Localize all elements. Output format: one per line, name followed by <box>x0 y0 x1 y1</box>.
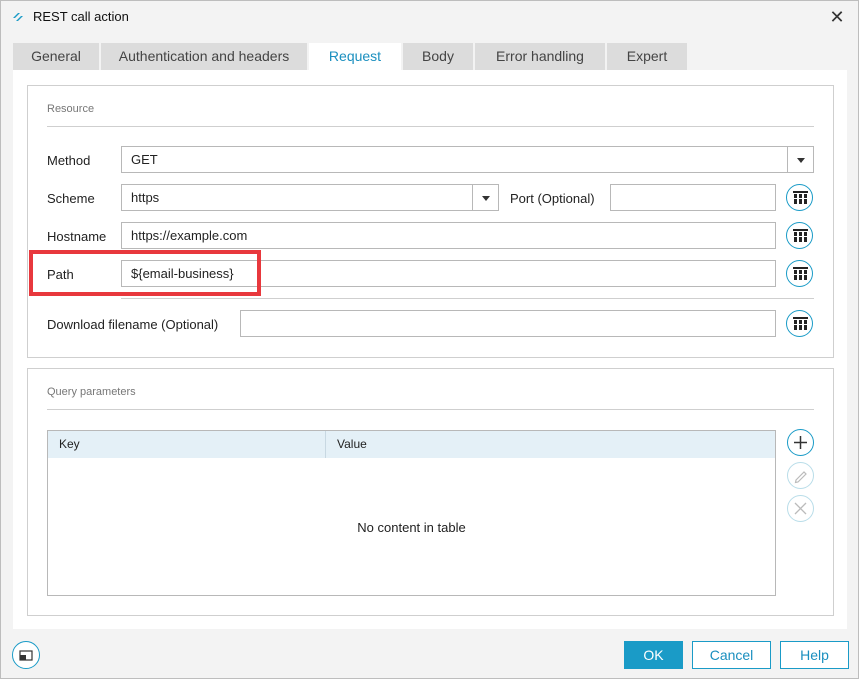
tab-label: Expert <box>626 48 668 64</box>
path-value: ${email-business} <box>131 266 234 281</box>
tab-label: Body <box>422 48 454 64</box>
path-input[interactable]: ${email-business} <box>121 260 776 287</box>
port-input[interactable] <box>610 184 776 211</box>
variables-icon <box>793 317 808 330</box>
table-header: Key Value <box>48 431 775 458</box>
divider <box>47 126 814 127</box>
tab-label: General <box>31 48 81 64</box>
help-button[interactable]: Help <box>780 641 849 669</box>
column-header-key[interactable]: Key <box>59 431 80 458</box>
variable-picker-button[interactable] <box>786 222 813 249</box>
query-parameters-table: Key Value No content in table <box>47 430 776 596</box>
tab-authentication-and-headers[interactable]: Authentication and headers <box>101 43 307 70</box>
window-mode-button[interactable] <box>12 641 40 669</box>
ok-button-label: OK <box>643 647 664 663</box>
variables-icon <box>793 267 808 280</box>
window-title: REST call action <box>33 9 129 24</box>
ok-button[interactable]: OK <box>624 641 683 669</box>
scheme-select[interactable]: https <box>121 184 499 211</box>
tab-expert[interactable]: Expert <box>607 43 687 70</box>
pencil-icon <box>794 470 807 483</box>
hostname-label: Hostname <box>47 229 107 244</box>
delete-row-button[interactable] <box>787 495 814 522</box>
cancel-button[interactable]: Cancel <box>692 641 771 669</box>
dialog-window: REST call action ✕ General Authenticatio… <box>0 0 859 679</box>
chevron-down-icon[interactable] <box>787 147 813 172</box>
plus-icon <box>793 435 807 449</box>
scheme-label: Scheme <box>47 191 95 206</box>
tab-label: Authentication and headers <box>118 48 290 64</box>
empty-table-message: No content in table <box>357 520 466 535</box>
cancel-button-label: Cancel <box>709 647 754 663</box>
method-select[interactable]: GET <box>121 146 814 173</box>
column-divider[interactable] <box>325 431 326 458</box>
edit-row-button[interactable] <box>787 462 814 489</box>
port-label: Port (Optional) <box>510 191 595 206</box>
query-parameters-title: Query parameters <box>47 386 136 398</box>
tab-label: Error handling <box>496 48 584 64</box>
help-button-label: Help <box>800 647 829 663</box>
variable-picker-button[interactable] <box>786 310 813 337</box>
path-label: Path <box>47 267 74 282</box>
variables-icon <box>793 191 808 204</box>
tab-request[interactable]: Request <box>309 43 401 71</box>
divider <box>121 298 814 299</box>
close-icon <box>794 502 806 514</box>
tab-label: Request <box>328 48 382 64</box>
hostname-input[interactable]: https://example.com <box>121 222 776 249</box>
tab-error-handling[interactable]: Error handling <box>475 43 605 70</box>
scheme-value: https <box>131 190 160 205</box>
method-value: GET <box>131 152 158 167</box>
download-filename-input[interactable] <box>240 310 776 337</box>
tab-general[interactable]: General <box>13 43 99 70</box>
chevron-down-icon[interactable] <box>472 185 498 210</box>
variable-picker-button[interactable] <box>786 184 813 211</box>
variables-icon <box>793 229 808 242</box>
divider <box>47 409 814 410</box>
window-restore-icon <box>18 649 33 661</box>
variable-picker-button[interactable] <box>786 260 813 287</box>
tab-body[interactable]: Body <box>403 43 473 70</box>
close-icon[interactable]: ✕ <box>826 6 848 28</box>
add-row-button[interactable] <box>787 429 814 456</box>
method-label: Method <box>47 153 91 168</box>
hostname-value: https://example.com <box>131 228 248 243</box>
app-logo-icon <box>11 10 25 24</box>
resource-group-title: Resource <box>47 103 95 115</box>
column-header-value[interactable]: Value <box>337 431 367 458</box>
title-bar: REST call action ✕ <box>1 1 858 33</box>
download-filename-label: Download filename (Optional) <box>47 317 219 332</box>
